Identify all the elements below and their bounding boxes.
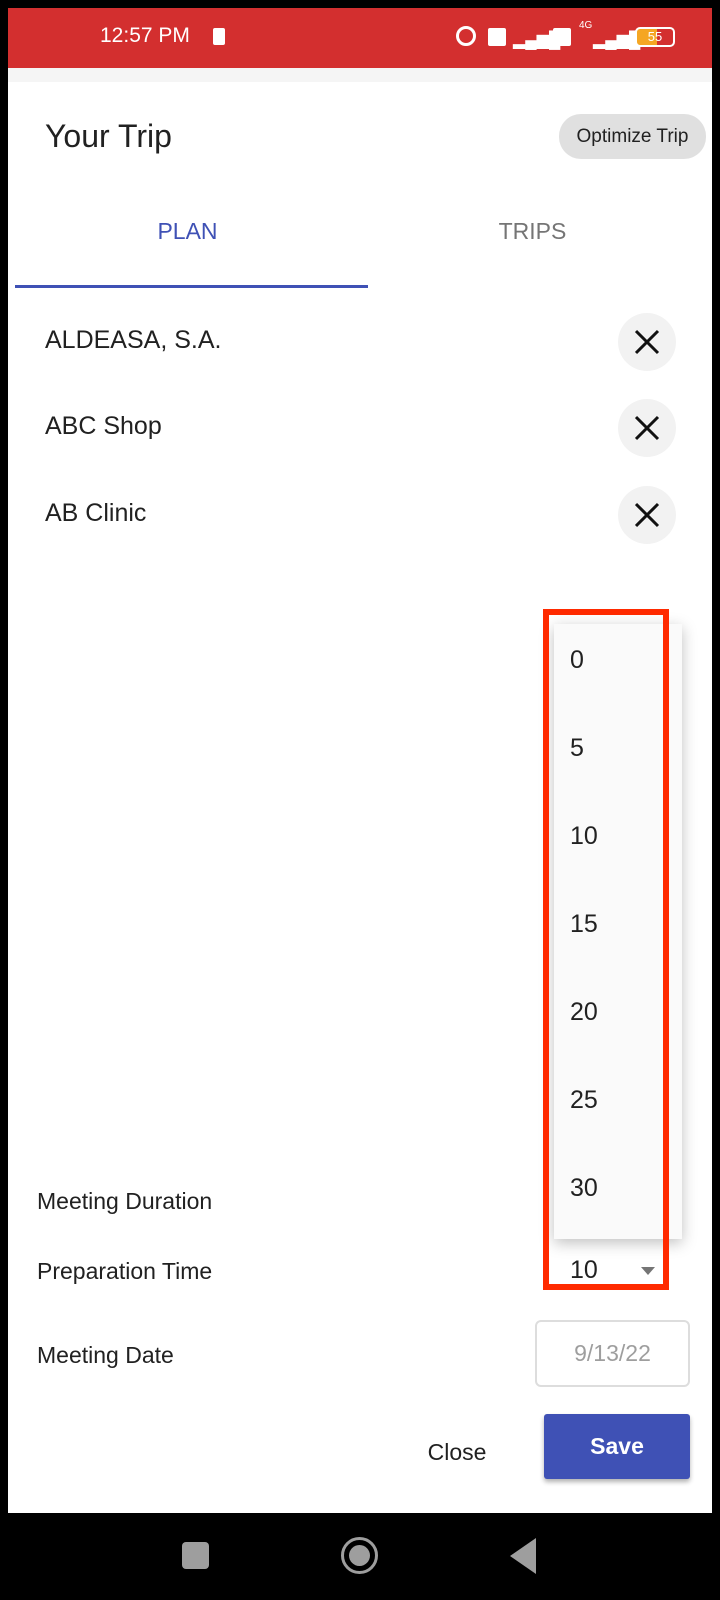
preparation-time-label: Preparation Time [37,1258,213,1284]
save-button[interactable]: Save [544,1414,690,1479]
remove-place-button[interactable] [618,313,676,371]
alarm-icon [456,26,476,46]
clock: 12:57 PM [100,24,190,47]
signal-4g-icon: 4G [579,20,593,31]
meeting-date-input[interactable]: 9/13/22 [535,1320,690,1387]
battery-icon: 55 [635,27,675,47]
status-bar: 12:57 PM ▂▄▆█ 4G ▂▄▆█ 55 [8,8,712,68]
tab-indicator [15,285,368,288]
home-icon[interactable] [341,1537,378,1574]
close-button[interactable]: Close [404,1432,510,1472]
volte-icon [553,28,571,46]
home-dot [349,1545,370,1566]
list-item: ALDEASA, S.A. [45,326,222,354]
tab-trips[interactable]: TRIPS [360,218,705,245]
signal-icon: ▂▄▆█ [593,32,641,49]
close-icon [634,329,660,355]
optimize-trip-button[interactable]: Optimize Trip [559,114,706,159]
list-item: ABC Shop [45,412,162,440]
back-icon[interactable] [510,1538,536,1574]
remove-place-button[interactable] [618,486,676,544]
volte-icon [488,28,506,46]
battery-saver-icon [213,28,225,45]
highlight-box [543,609,669,1290]
top-band [8,68,712,82]
page-title: Your Trip [45,118,172,154]
remove-place-button[interactable] [618,399,676,457]
close-icon [634,415,660,441]
meeting-duration-label: Meeting Duration [37,1188,213,1214]
tab-plan[interactable]: PLAN [15,218,360,245]
trip-screen: Your Trip Optimize Trip PLAN TRIPS ALDEA… [8,68,712,1513]
navigation-bar [0,1513,720,1600]
meeting-date-label: Meeting Date [37,1342,174,1368]
close-icon [634,502,660,528]
list-item: AB Clinic [45,499,147,527]
recents-icon[interactable] [182,1542,209,1569]
